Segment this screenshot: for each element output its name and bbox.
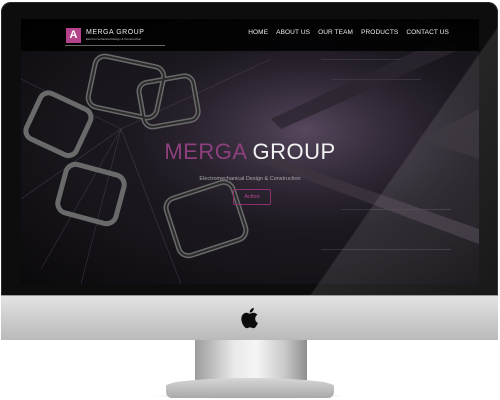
hero-title-part1: MERGA (164, 139, 248, 164)
hero-title-part2: GROUP (252, 139, 336, 164)
website-screen: A MERGA GROUP Electromechanical Design &… (21, 19, 479, 284)
brand[interactable]: A MERGA GROUP Electromechanical Design &… (66, 24, 144, 46)
nav-products[interactable]: PRODUCTS (361, 29, 398, 36)
brand-underline (65, 45, 165, 46)
brand-name: MERGA GROUP (86, 29, 145, 36)
nav-about-us[interactable]: ABOUT US (276, 29, 310, 36)
main-nav: HOME ABOUT US OUR TEAM PRODUCTS CONTACT … (248, 29, 449, 36)
hero-action-button[interactable]: Action (233, 189, 271, 205)
nav-contact-us[interactable]: CONTACT US (406, 29, 449, 36)
hero-title: MERGA GROUP (21, 141, 479, 163)
nav-our-team[interactable]: OUR TEAM (318, 29, 353, 36)
apple-icon (241, 307, 258, 329)
brand-logo: A (66, 27, 81, 43)
site-navbar: A MERGA GROUP Electromechanical Design &… (21, 19, 479, 51)
monitor-stand-neck (195, 340, 307, 380)
monitor-stand-foot (166, 378, 334, 398)
nav-home[interactable]: HOME (248, 29, 268, 36)
hero-subtitle: Electromechanical Design & Construction (199, 176, 301, 182)
imac-monitor: A MERGA GROUP Electromechanical Design &… (1, 2, 498, 340)
brand-text: MERGA GROUP Electromechanical Design & C… (86, 29, 144, 41)
brand-tagline: Electromechanical Design & Construction (86, 37, 142, 41)
